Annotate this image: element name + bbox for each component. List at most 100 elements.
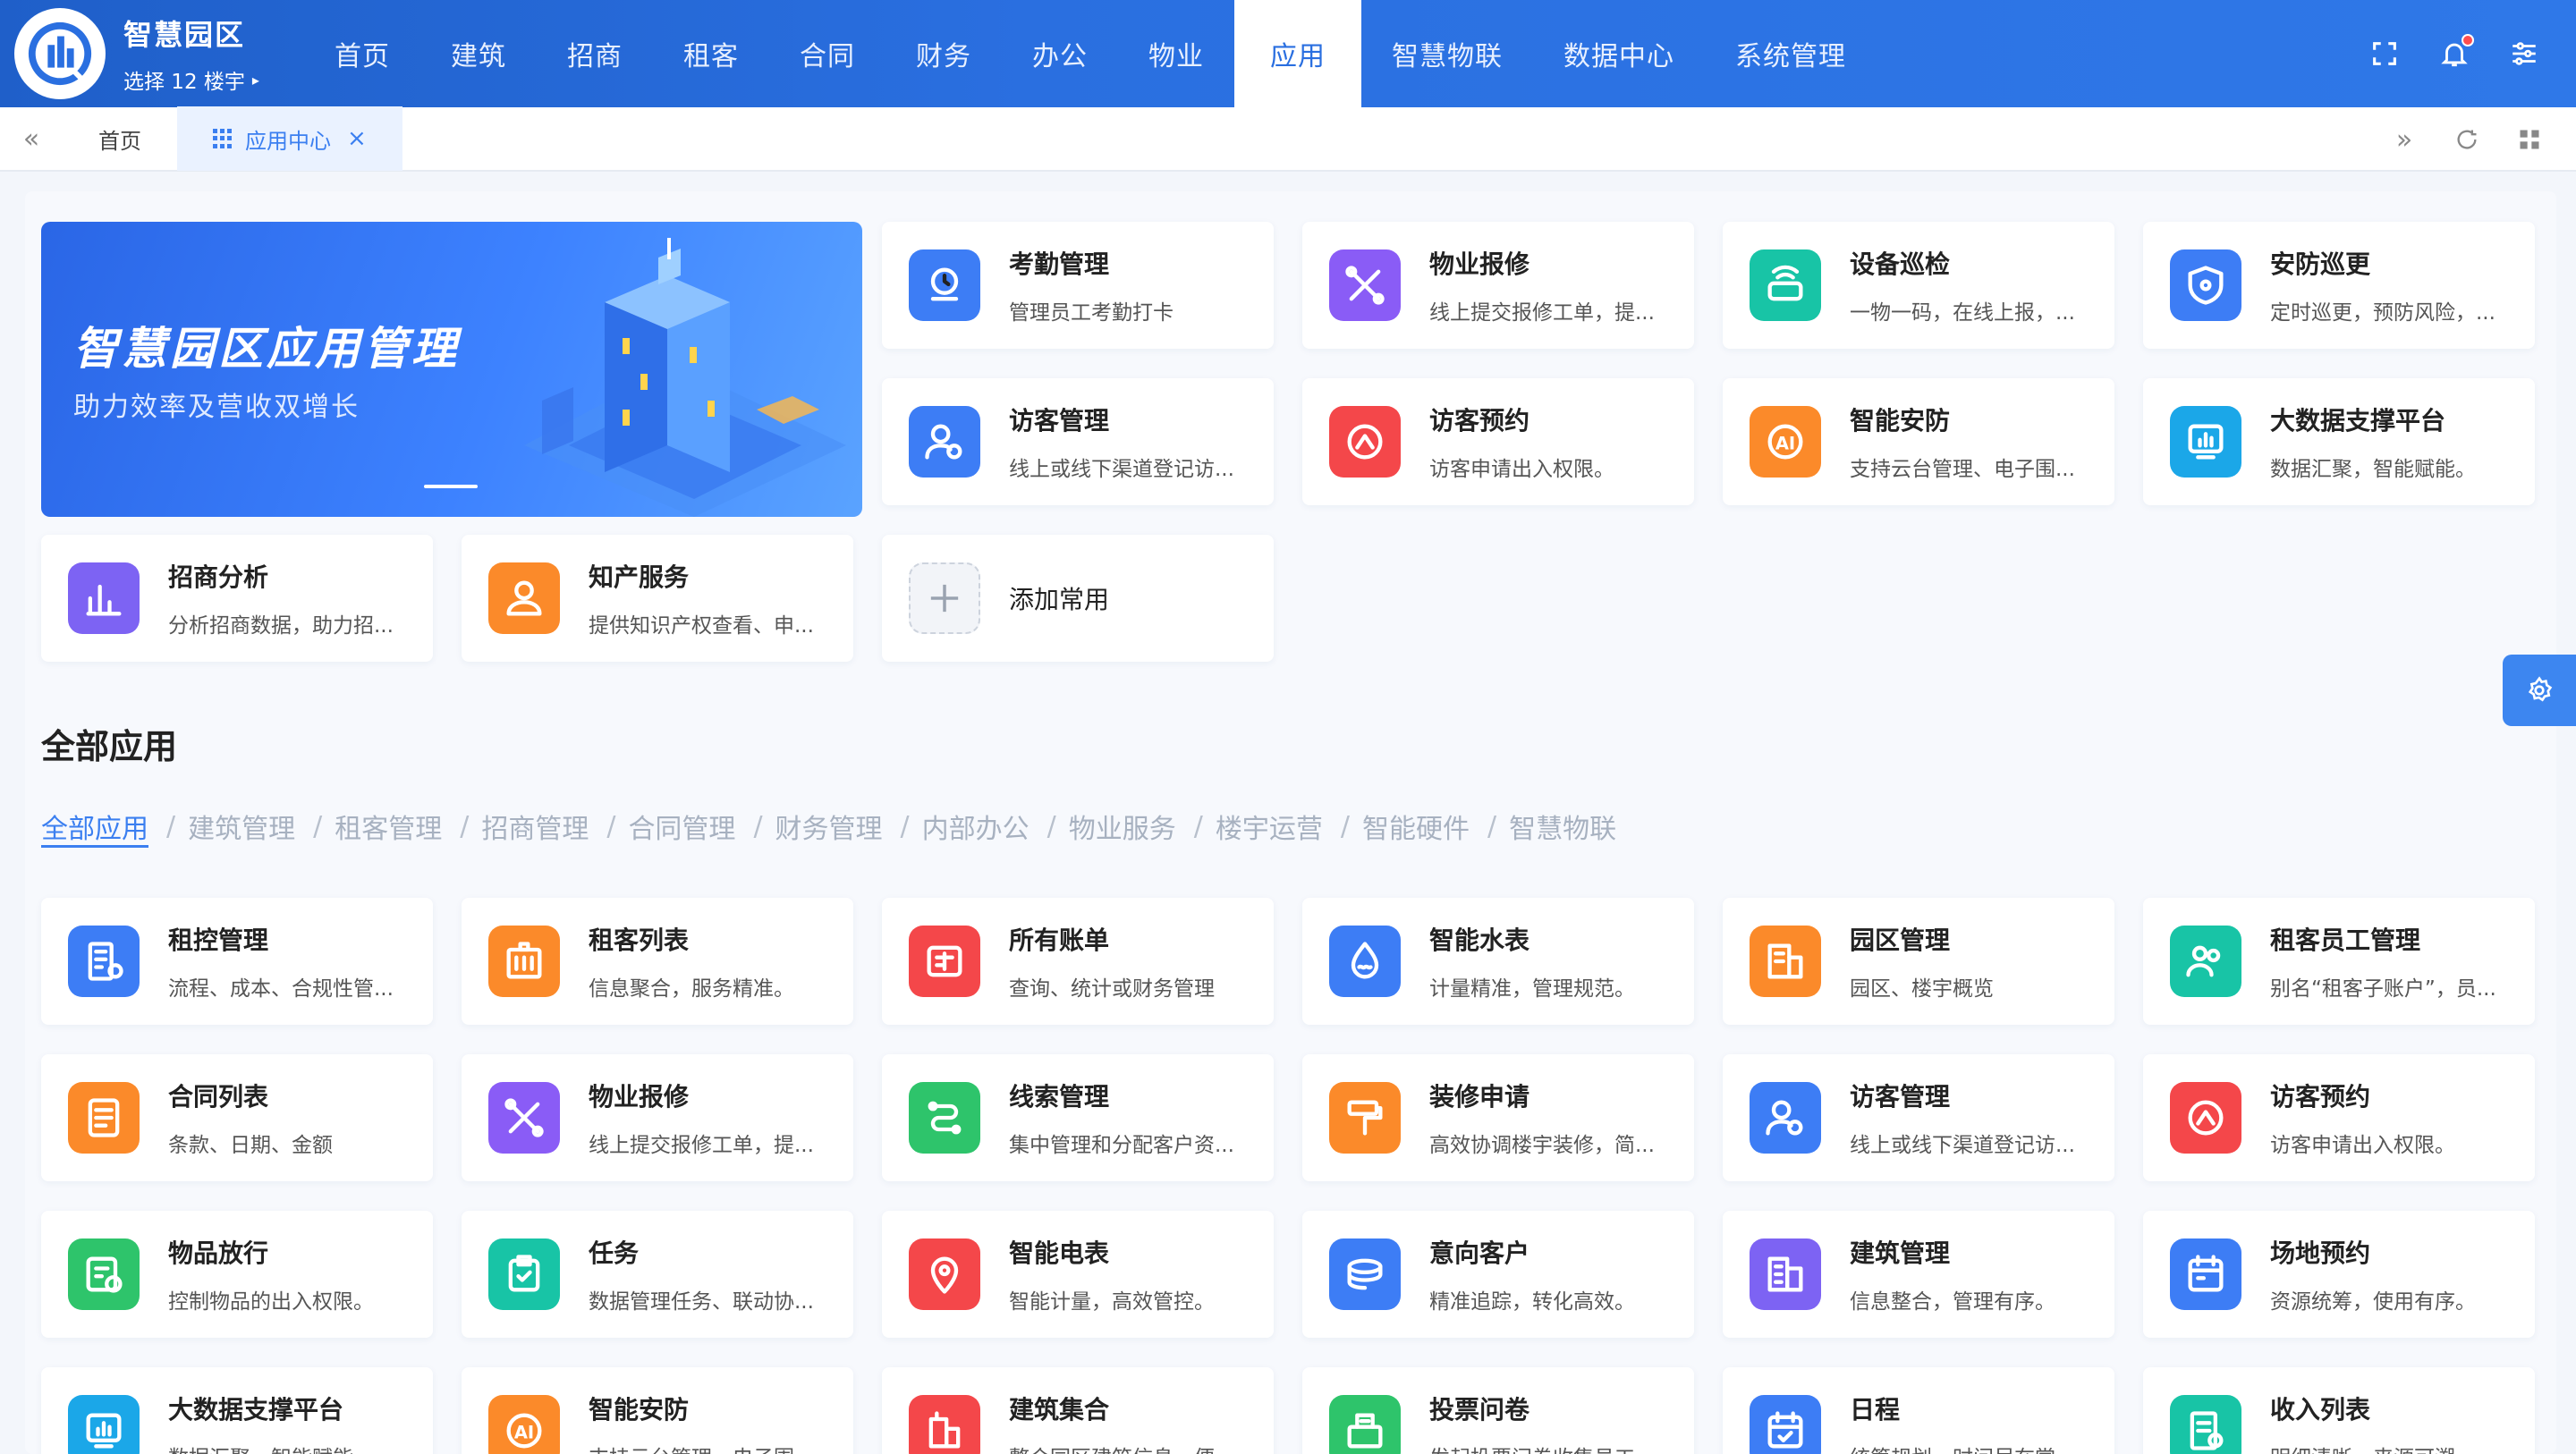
favorite-app-card[interactable]: 访客预约 访客申请出入权限。 xyxy=(1302,378,1694,505)
app-card[interactable]: 访客预约 访客申请出入权限。 xyxy=(2143,1054,2535,1181)
app-card[interactable]: 收入列表明细清晰，来源可溯。 xyxy=(2143,1367,2535,1454)
nav-item[interactable]: 建筑 xyxy=(420,0,537,107)
category-filter[interactable]: 财务管理 xyxy=(775,807,883,846)
favorite-app-card[interactable]: 大数据支撑平台 数据汇聚，智能赋能。 xyxy=(2143,378,2535,505)
app-description: 线上提交报修工单，提... xyxy=(1429,301,1655,325)
building-illustration xyxy=(524,238,846,517)
favorite-app-card[interactable]: 考勤管理 管理员工考勤打卡 xyxy=(882,222,1274,349)
app-card[interactable]: 物业报修 线上提交报修工单，提... xyxy=(462,1054,853,1181)
category-filter[interactable]: 智慧物联 xyxy=(1509,807,1616,846)
building-selector[interactable]: 选择 12 楼宇 ▸ xyxy=(123,64,259,95)
app-card[interactable]: 租客员工管理 别名“租客子账户”，员... xyxy=(2143,898,2535,1025)
app-card[interactable]: 租控管理 流程、成本、合规性管... xyxy=(41,898,433,1025)
nav-item[interactable]: 合同 xyxy=(769,0,886,107)
app-card[interactable]: 所有账单查询、统计或财务管理 xyxy=(882,898,1274,1025)
category-filter[interactable]: 建筑管理 xyxy=(188,807,295,846)
filter-separator: / xyxy=(606,810,616,842)
tab-app-center-label: 应用中心 xyxy=(245,128,331,154)
favorite-app-card[interactable]: AI 智能安防 支持云台管理、电子围... xyxy=(1723,378,2114,505)
fullscreen-icon[interactable] xyxy=(2367,36,2402,72)
app-title: 访客预约 xyxy=(2270,1082,2371,1112)
app-card[interactable]: 场地预约 资源统筹，使用有序。 xyxy=(2143,1211,2535,1338)
app-title: 所有账单 xyxy=(1009,926,1110,955)
app-card[interactable]: 建筑管理 信息整合，管理有序。 xyxy=(1723,1211,2114,1338)
app-card[interactable]: 线索管理 集中管理和分配客户资... xyxy=(882,1054,1274,1181)
app-management-banner[interactable]: 智慧园区应用管理 助力效率及营收双增长 xyxy=(41,222,862,517)
nav-item[interactable]: 租客 xyxy=(653,0,769,107)
tenant-list-icon xyxy=(488,926,560,997)
filter-separator: / xyxy=(1340,810,1350,842)
vote-icon xyxy=(1329,1395,1401,1454)
app-card[interactable]: 合同列表 条款、日期、金额 xyxy=(41,1054,433,1181)
nav-item[interactable]: 招商 xyxy=(537,0,653,107)
app-title: 智能安防 xyxy=(589,1395,690,1424)
favorite-app-card[interactable]: 招商分析 分析招商数据，助力招... xyxy=(41,535,433,662)
tabs-scroll-left-icon[interactable]: « xyxy=(0,123,63,155)
app-title: 合同列表 xyxy=(168,1082,269,1112)
app-description: 数据汇聚，智能赋能。 xyxy=(168,1441,433,1454)
category-filter[interactable]: 智能硬件 xyxy=(1362,807,1470,846)
app-title: 日程 xyxy=(1850,1395,1901,1424)
app-card[interactable]: 建筑集合整合园区建筑信息，便... xyxy=(882,1367,1274,1454)
nav-item[interactable]: 财务 xyxy=(886,0,1002,107)
app-description: 发起投票问卷收集员工... xyxy=(1429,1441,1694,1454)
visitor-icon xyxy=(1750,1082,1821,1154)
lease-control-icon xyxy=(68,926,140,997)
banner-carousel-indicator[interactable] xyxy=(424,485,478,488)
favorite-app-card[interactable]: 访客管理 线上或线下渠道登记访... xyxy=(882,378,1274,505)
app-title: 意向客户 xyxy=(1429,1238,1530,1268)
settings-sliders-icon[interactable] xyxy=(2506,36,2542,72)
favorite-app-card[interactable]: 设备巡检 一物一码，在线上报，... xyxy=(1723,222,2114,349)
app-card[interactable]: 日程统筹规划，时间尽在掌... xyxy=(1723,1367,2114,1454)
refresh-icon[interactable] xyxy=(2451,123,2483,156)
filter-separator: / xyxy=(900,810,910,842)
tab-app-center[interactable]: 应用中心 × xyxy=(177,106,402,171)
tabs-scroll-right-icon[interactable]: » xyxy=(2388,123,2420,156)
app-card[interactable]: 访客管理 线上或线下渠道登记访... xyxy=(1723,1054,2114,1181)
category-filter[interactable]: 楼宇运营 xyxy=(1216,807,1323,846)
nav-item[interactable]: 应用 xyxy=(1234,0,1361,107)
app-card[interactable]: 大数据支撑平台数据汇聚，智能赋能。 xyxy=(41,1367,433,1454)
add-favorite-label: 添加常用 xyxy=(1009,585,1110,614)
app-title: 收入列表 xyxy=(2270,1395,2371,1424)
nav-item[interactable]: 智慧物联 xyxy=(1361,0,1533,107)
app-card[interactable]: 任务 数据管理任务、联动协... xyxy=(462,1211,853,1338)
nav-item[interactable]: 数据中心 xyxy=(1533,0,1705,107)
notification-bell-icon[interactable] xyxy=(2436,34,2474,72)
category-filter[interactable]: 招商管理 xyxy=(481,807,589,846)
tab-home[interactable]: 首页 xyxy=(63,106,177,171)
app-card[interactable]: 投票问卷发起投票问卷收集员工... xyxy=(1302,1367,1694,1454)
nav-item[interactable]: 首页 xyxy=(304,0,420,107)
brand[interactable]: 智慧园区 选择 12 楼宇 ▸ xyxy=(0,0,304,107)
app-description: 定时巡更，预防风险，... xyxy=(2270,301,2496,325)
app-description: 集中管理和分配客户资... xyxy=(1009,1134,1234,1157)
add-favorite-card[interactable]: 添加常用 xyxy=(882,535,1274,662)
category-filter[interactable]: 物业服务 xyxy=(1069,807,1176,846)
category-filter[interactable]: 合同管理 xyxy=(628,807,735,846)
app-card[interactable]: AI 智能安防支持云台管理、电子围... xyxy=(462,1367,853,1454)
app-description: 提供知识产权查看、申... xyxy=(589,614,814,638)
app-description: 线上或线下渠道登记访... xyxy=(1850,1134,2075,1157)
app-card[interactable]: 园区管理 园区、楼宇概览 xyxy=(1723,898,2114,1025)
floating-settings-gear-icon[interactable] xyxy=(2503,655,2576,726)
app-card[interactable]: 智能电表 智能计量，高效管控。 xyxy=(882,1211,1274,1338)
nav-item[interactable]: 系统管理 xyxy=(1705,0,1877,107)
favorite-app-card[interactable]: 知产服务 提供知识产权查看、申... xyxy=(462,535,853,662)
app-description: 园区、楼宇概览 xyxy=(1850,977,1994,1001)
close-tab-icon[interactable]: × xyxy=(347,125,367,152)
app-card[interactable]: 物品放行 控制物品的出入权限。 xyxy=(41,1211,433,1338)
nav-item[interactable]: 物业 xyxy=(1118,0,1234,107)
app-card[interactable]: 装修申请 高效协调楼宇装修，简... xyxy=(1302,1054,1694,1181)
category-filter[interactable]: 租客管理 xyxy=(335,807,442,846)
category-filter[interactable]: 内部办公 xyxy=(922,807,1030,846)
nav-item[interactable]: 办公 xyxy=(1002,0,1118,107)
app-card[interactable]: 租客列表 信息聚合，服务精准。 xyxy=(462,898,853,1025)
category-filter[interactable]: 全部应用 xyxy=(41,807,148,846)
app-grid-icon[interactable] xyxy=(2513,123,2546,156)
app-description: 查询、统计或财务管理 xyxy=(1009,977,1215,1001)
app-description: 分析招商数据，助力招... xyxy=(168,614,394,638)
favorite-app-card[interactable]: 物业报修 线上提交报修工单，提... xyxy=(1302,222,1694,349)
app-card[interactable]: 意向客户 精准追踪，转化高效。 xyxy=(1302,1211,1694,1338)
favorite-app-card[interactable]: 安防巡更 定时巡更，预防风险，... xyxy=(2143,222,2535,349)
app-card[interactable]: 智能水表 计量精准，管理规范。 xyxy=(1302,898,1694,1025)
